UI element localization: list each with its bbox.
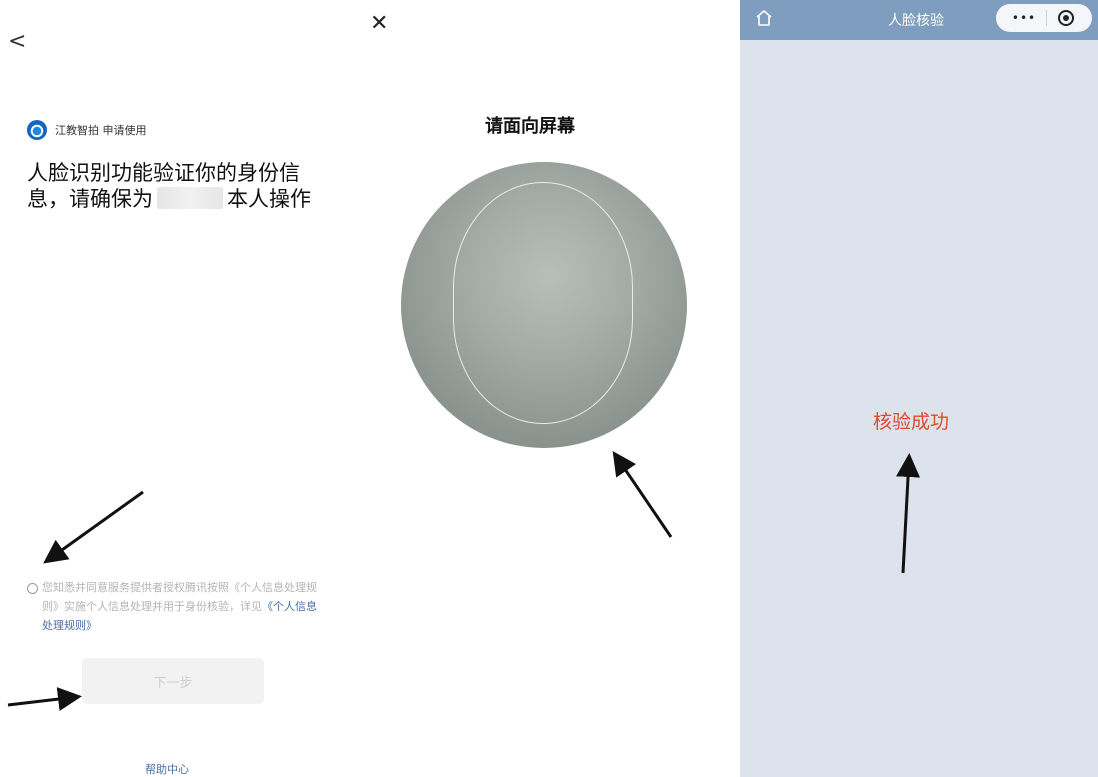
help-center-link[interactable]: 帮助中心 xyxy=(145,761,189,777)
verification-headline: 人脸识别功能验证你的身份信息，请确保为 本人操作 xyxy=(27,160,327,212)
authorization-panel: < 江教智拍 申请使用 人脸识别功能验证你的身份信息，请确保为 本人操作 您知悉并… xyxy=(0,0,345,777)
app-logo-icon xyxy=(27,120,47,140)
home-icon[interactable] xyxy=(754,8,774,32)
topbar-title: 人脸核验 xyxy=(888,13,944,29)
app-request-label: 江教智拍 申请使用 xyxy=(55,124,147,137)
face-guide-outline xyxy=(453,182,633,424)
face-capture-panel: ✕ 请面向屏幕 xyxy=(345,0,740,777)
headline-text-2: 本人操作 xyxy=(227,187,311,211)
app-request-row: 江教智拍 申请使用 xyxy=(27,120,147,140)
consent-row: 您知悉并同意服务提供者授权腾讯按照《个人信息处理规则》实施个人信息处理并用于身份… xyxy=(27,578,327,635)
consent-text: 您知悉并同意服务提供者授权腾讯按照《个人信息处理规则》实施个人信息处理并用于身份… xyxy=(42,578,327,635)
next-step-button[interactable]: 下一步 xyxy=(82,658,264,704)
mini-program-topbar: 人脸核验 ••• xyxy=(740,0,1098,40)
back-chevron-icon[interactable]: < xyxy=(8,30,26,54)
camera-preview xyxy=(401,162,687,448)
more-icon[interactable]: ••• xyxy=(1006,4,1042,32)
capsule-divider xyxy=(1046,10,1047,26)
close-icon[interactable]: ✕ xyxy=(370,10,388,38)
capsule-menu: ••• xyxy=(996,4,1092,32)
consent-radio[interactable] xyxy=(27,583,38,594)
redacted-name xyxy=(157,187,223,209)
face-screen-prompt: 请面向屏幕 xyxy=(485,116,575,137)
verification-success-text: 核验成功 xyxy=(873,411,950,433)
result-panel: 人脸核验 ••• 核验成功 xyxy=(740,0,1098,777)
target-icon[interactable] xyxy=(1056,8,1076,32)
